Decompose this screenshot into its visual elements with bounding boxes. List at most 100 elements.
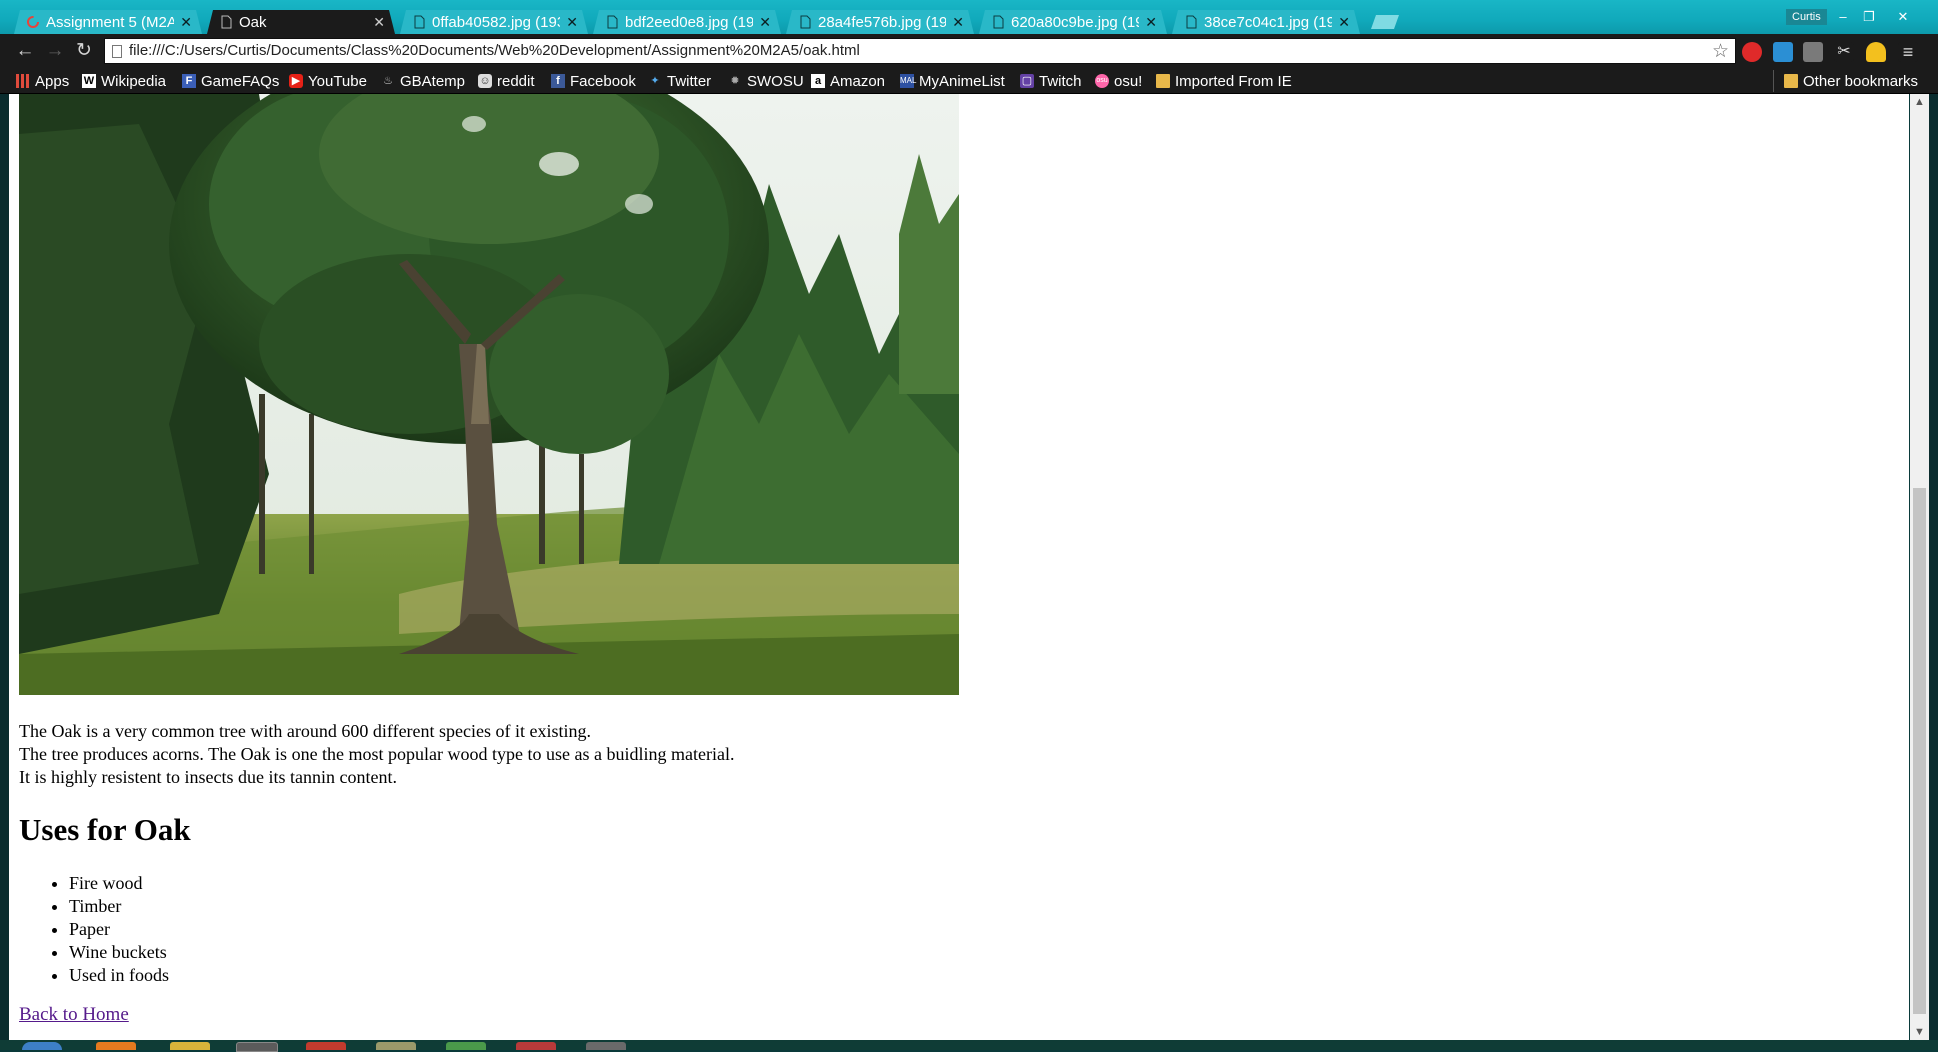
bookmark-amazon[interactable]: a Amazon [811, 71, 885, 91]
uses-heading: Uses for Oak [19, 812, 191, 847]
tab-title: Assignment 5 (M2A5 [46, 13, 175, 31]
thumbs-up-icon[interactable] [1866, 42, 1886, 62]
uses-list: Fire wood Timber Paper Wine buckets Used… [19, 872, 169, 987]
bookmark-star-icon[interactable]: ☆ [1712, 40, 1729, 63]
page-icon [991, 15, 1005, 29]
bookmark-label: SWOSU [747, 72, 804, 90]
taskbar-app-icon[interactable] [446, 1042, 486, 1050]
close-icon[interactable]: ✕ [373, 14, 385, 31]
list-item: Wine buckets [69, 941, 169, 964]
back-arrow-icon[interactable]: ← [14, 41, 36, 61]
taskbar-app-icon[interactable] [170, 1042, 210, 1050]
tab-title: 38ce7c04c1.jpg (193 [1204, 13, 1333, 31]
taskbar-app-icon[interactable] [236, 1042, 278, 1052]
forward-arrow-icon[interactable]: → [44, 41, 66, 61]
tab-oak[interactable]: Oak ✕ [207, 10, 395, 34]
taskbar-app-icon[interactable] [306, 1042, 346, 1050]
bookmark-apps[interactable]: Apps [16, 71, 69, 91]
bookmark-label: reddit [497, 72, 535, 90]
taskbar-app-icon[interactable] [96, 1042, 136, 1050]
tab-image-1[interactable]: 0ffab40582.jpg (193 ✕ [400, 10, 588, 34]
gamefaqs-icon: F [182, 74, 196, 88]
page-icon [605, 15, 619, 29]
bookmark-gbatemp[interactable]: ♨ GBAtemp [381, 71, 465, 91]
page-icon [798, 15, 812, 29]
taskbar-app-icon[interactable] [586, 1042, 626, 1050]
tab-title: bdf2eed0e8.jpg (193 [625, 13, 754, 31]
description-line: It is highly resistent to insects due it… [19, 767, 397, 787]
amazon-icon: a [811, 74, 825, 88]
page-icon [1184, 15, 1198, 29]
bookmark-label: GBAtemp [400, 72, 466, 90]
bookmark-swosu[interactable]: ✹ SWOSU [728, 71, 804, 91]
bookmark-reddit[interactable]: ☺ reddit [478, 71, 535, 91]
apps-grid-icon [16, 74, 30, 88]
browser-toolbar: ← → ↻ file:///C:/Users/Curtis/Documents/… [0, 34, 1938, 68]
close-icon[interactable]: ✕ [566, 14, 578, 31]
list-item: Used in foods [69, 964, 169, 987]
tab-image-5[interactable]: 38ce7c04c1.jpg (193 ✕ [1172, 10, 1360, 34]
bookmark-label: Apps [35, 72, 70, 90]
new-tab-button[interactable] [1371, 15, 1399, 29]
minimize-icon[interactable]: ‒ [1830, 9, 1856, 25]
folder-icon [1156, 74, 1170, 88]
bookmark-gamefaqs[interactable]: F GameFAQs [182, 71, 279, 91]
bookmark-label: Facebook [570, 72, 636, 90]
reload-icon[interactable]: ↻ [73, 41, 95, 61]
folder-icon [1784, 74, 1798, 88]
window-frame-right [1929, 94, 1938, 1040]
bookmark-twitch[interactable]: ▢ Twitch [1020, 71, 1082, 91]
taskbar-app-icon[interactable] [376, 1042, 416, 1050]
page-scrollbar[interactable]: ▲ ▼ [1910, 94, 1929, 1040]
scroll-down-arrow-icon[interactable]: ▼ [1914, 1026, 1925, 1038]
restore-icon[interactable]: ❐ [1856, 9, 1882, 25]
tab-image-2[interactable]: bdf2eed0e8.jpg (193 ✕ [593, 10, 781, 34]
reddit-icon: ☺ [478, 74, 492, 88]
scroll-up-arrow-icon[interactable]: ▲ [1914, 96, 1925, 108]
bookmark-label: YouTube [308, 72, 367, 90]
close-icon[interactable]: ✕ [952, 14, 964, 31]
other-bookmarks-folder[interactable]: Other bookmarks [1784, 71, 1918, 91]
close-icon[interactable]: ✕ [1145, 14, 1157, 31]
tab-image-3[interactable]: 28a4fe576b.jpg (193 ✕ [786, 10, 974, 34]
chat-icon[interactable] [1803, 42, 1823, 62]
tab-title: 620a80c9be.jpg (193 [1011, 13, 1140, 31]
bookmark-myanimelist[interactable]: MAL MyAnimeList [900, 71, 1005, 91]
bookmark-osu[interactable]: osu osu! [1095, 71, 1142, 91]
close-icon[interactable]: ✕ [180, 14, 192, 31]
bookmark-youtube[interactable]: ▶ YouTube [289, 71, 367, 91]
tools-icon[interactable]: ✂ [1834, 42, 1854, 62]
page-icon [219, 15, 233, 29]
profile-button[interactable]: Curtis [1786, 9, 1827, 25]
tab-assignment[interactable]: Assignment 5 (M2A5 ✕ [14, 10, 202, 34]
menu-icon[interactable]: ≡ [1898, 42, 1918, 62]
skype-icon[interactable] [1773, 42, 1793, 62]
address-bar[interactable]: file:///C:/Users/Curtis/Documents/Class%… [104, 38, 1736, 64]
start-button[interactable] [22, 1042, 62, 1050]
close-window-icon[interactable]: ✕ [1890, 9, 1916, 25]
myanimelist-icon: MAL [900, 74, 916, 88]
tab-strip: Assignment 5 (M2A5 ✕ Oak ✕ 0ffab40582.jp… [14, 10, 1399, 34]
bookmark-facebook[interactable]: f Facebook [551, 71, 636, 91]
facebook-icon: f [551, 74, 565, 88]
ublock-icon[interactable] [1742, 42, 1762, 62]
tab-image-4[interactable]: 620a80c9be.jpg (193 ✕ [979, 10, 1167, 34]
tab-title: 28a4fe576b.jpg (193 [818, 13, 947, 31]
swosu-icon: ✹ [730, 75, 740, 87]
back-to-home-link[interactable]: Back to Home [19, 1004, 129, 1026]
close-icon[interactable]: ✕ [759, 14, 771, 31]
page-viewport: The Oak is a very common tree with aroun… [9, 94, 1909, 1040]
taskbar-app-icon[interactable] [516, 1042, 556, 1050]
page-icon [412, 15, 426, 29]
list-item: Paper [69, 918, 169, 941]
wikipedia-icon: W [82, 74, 96, 88]
bookmarks-bar: Apps W Wikipedia F GameFAQs ▶ YouTube ♨ … [0, 68, 1938, 94]
close-icon[interactable]: ✕ [1338, 14, 1350, 31]
bookmark-label: Amazon [830, 72, 886, 90]
scroll-thumb[interactable] [1913, 488, 1926, 1014]
twitch-icon: ▢ [1020, 74, 1034, 88]
bookmark-folder-ie[interactable]: Imported From IE [1156, 71, 1292, 91]
twitter-icon: ✦ [650, 75, 660, 87]
bookmark-twitter[interactable]: ✦ Twitter [648, 71, 711, 91]
bookmark-wikipedia[interactable]: W Wikipedia [82, 71, 166, 91]
